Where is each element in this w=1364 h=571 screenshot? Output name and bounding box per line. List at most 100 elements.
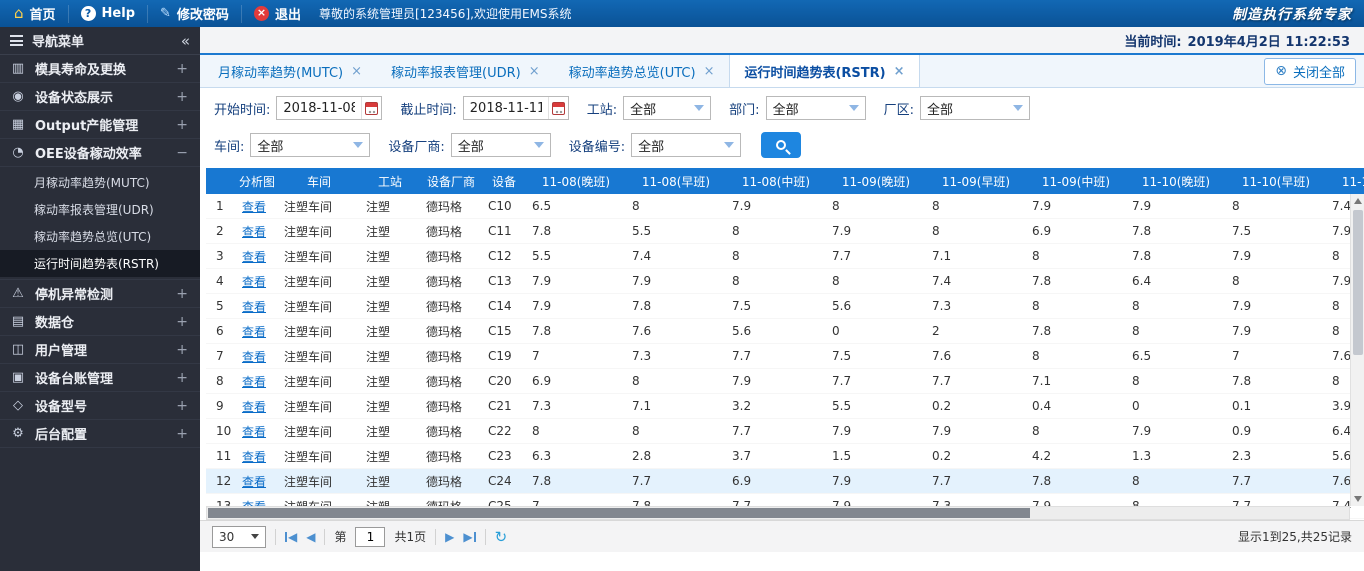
tab[interactable]: 稼动率趋势总览(UTC) × xyxy=(555,55,730,87)
shift-value-cell: 2.3 xyxy=(1226,444,1326,469)
chevron-down-icon xyxy=(848,105,859,111)
tab-close-icon[interactable]: × xyxy=(351,64,362,79)
logout-button[interactable]: × 退出 xyxy=(242,5,313,23)
plant-select[interactable]: 全部 xyxy=(919,96,1030,120)
sidebar-subitem[interactable]: 月稼动率趋势(MUTC) xyxy=(0,169,200,196)
first-page-button[interactable]: ◀ xyxy=(285,530,297,544)
tab-label: 稼动率报表管理(UDR) xyxy=(391,65,521,81)
scroll-up-icon[interactable] xyxy=(1354,198,1362,204)
start-time-input[interactable] xyxy=(277,100,362,116)
device-no-select[interactable]: 全部 xyxy=(631,133,742,157)
shift-value-cell: 7.9 xyxy=(726,194,826,219)
view-link[interactable]: 查看 xyxy=(242,250,266,264)
sidebar-item-mold-life[interactable]: ▥ 模具寿命及更换 + xyxy=(0,55,200,83)
tab[interactable]: 稼动率报表管理(UDR) × xyxy=(377,55,555,87)
table-row[interactable]: 8 查看 注塑车间 注塑 德玛格 C20 6.9 8 7.9 7.7 7.7 7.1 8 7.8 8 xyxy=(206,369,1364,394)
view-link[interactable]: 查看 xyxy=(242,425,266,439)
table-row[interactable]: 4 查看 注塑车间 注塑 德玛格 C13 7.9 7.9 8 8 7.4 7.8 6.4 8 7.9 xyxy=(206,269,1364,294)
shift-value-cell: 7.4 xyxy=(626,244,726,269)
sidebar-item-output-capacity[interactable]: ▦ Output产能管理 + xyxy=(0,111,200,139)
page-label: 第 xyxy=(334,530,347,544)
sidebar-subitem[interactable]: 稼动率报表管理(UDR) xyxy=(0,196,200,223)
sidebar-item-oee[interactable]: ◔ OEE设备稼动效率 − xyxy=(0,139,200,167)
sidebar-item-data-warehouse[interactable]: ▤ 数据仓 + xyxy=(0,308,200,336)
home-button[interactable]: ⌂ 首页 xyxy=(12,4,69,23)
search-button[interactable] xyxy=(761,132,802,158)
vendor-cell: 德玛格 xyxy=(420,244,482,269)
sidebar-item-device-status[interactable]: ◉ 设备状态展示 + xyxy=(0,83,200,111)
workshop-select[interactable]: 全部 xyxy=(250,133,371,157)
table-row[interactable]: 12 查看 注塑车间 注塑 德玛格 C24 7.8 7.7 6.9 7.9 7.7 7.8 8 7.7 7.… xyxy=(206,469,1364,494)
sidebar-item-device-model[interactable]: ◇ 设备型号 + xyxy=(0,392,200,420)
table-row[interactable]: 5 查看 注塑车间 注塑 德玛格 C14 7.9 7.8 7.5 5.6 7.3 8 8 7.9 8 xyxy=(206,294,1364,319)
view-link[interactable]: 查看 xyxy=(242,275,266,289)
view-link[interactable]: 查看 xyxy=(242,225,266,239)
sidebar-subitem[interactable]: 运行时间趋势表(RSTR) xyxy=(0,250,200,277)
collapse-sidebar-icon[interactable]: « xyxy=(181,32,190,50)
table-row[interactable]: 7 查看 注塑车间 注塑 德玛格 C19 7 7.3 7.7 7.5 7.6 8 6.5 7 7.6 xyxy=(206,344,1364,369)
change-password-button[interactable]: ✎ 修改密码 xyxy=(148,4,242,23)
shift-value-cell: 7.7 xyxy=(626,469,726,494)
tab-close-icon[interactable]: × xyxy=(894,64,905,79)
tab[interactable]: 月稼动率趋势(MUTC) × xyxy=(204,55,377,87)
collapse-icon: − xyxy=(176,144,188,161)
table-row[interactable]: 6 查看 注塑车间 注塑 德玛格 C15 7.8 7.6 5.6 0 2 7.8 8 7.9 8 xyxy=(206,319,1364,344)
station-select[interactable]: 全部 xyxy=(623,96,712,120)
row-index-cell: 7 xyxy=(206,344,236,369)
view-cell: 查看 xyxy=(236,269,278,294)
view-link[interactable]: 查看 xyxy=(242,450,266,464)
next-page-button[interactable]: ▶ xyxy=(445,530,454,544)
view-link[interactable]: 查看 xyxy=(242,350,266,364)
vertical-scrollbar[interactable] xyxy=(1350,194,1364,506)
shift-value-cell: 8 xyxy=(826,194,926,219)
tabbar-tabs: 月稼动率趋势(MUTC) × 稼动率报表管理(UDR) × 稼动率趋势总览(UTC) × 运… xyxy=(204,55,920,87)
shift-value-cell: 8 xyxy=(726,219,826,244)
close-all-button[interactable]: ⊗ 关闭全部 xyxy=(1264,57,1356,85)
table-row[interactable]: 9 查看 注塑车间 注塑 德玛格 C21 7.3 7.1 3.2 5.5 0.2 0.4 0 0.1 3.9 xyxy=(206,394,1364,419)
horizontal-scrollbar[interactable] xyxy=(206,506,1350,520)
table-row[interactable]: 2 查看 注塑车间 注塑 德玛格 C11 7.8 5.5 8 7.9 8 6.9 7.8 7.5 7.9 xyxy=(206,219,1364,244)
page-input[interactable] xyxy=(355,526,386,547)
table-row[interactable]: 10 查看 注塑车间 注塑 德玛格 C22 8 8 7.7 7.9 7.9 8 7.9 0.9 6.4 xyxy=(206,419,1364,444)
table-row[interactable]: 11 查看 注塑车间 注塑 德玛格 C23 6.3 2.8 3.7 1.5 0.2 4.2 1.3 2.3… xyxy=(206,444,1364,469)
start-time-calendar-button[interactable] xyxy=(361,97,381,119)
view-link[interactable]: 查看 xyxy=(242,400,266,414)
bottom-filler xyxy=(200,552,1364,571)
view-link[interactable]: 查看 xyxy=(242,300,266,314)
shift-value-cell: 7.9 xyxy=(526,294,626,319)
view-cell: 查看 xyxy=(236,244,278,269)
tab-close-icon[interactable]: × xyxy=(529,64,540,79)
tab-active[interactable]: 运行时间趋势表(RSTR) × xyxy=(729,55,920,87)
scroll-down-icon[interactable] xyxy=(1354,496,1362,502)
help-button[interactable]: ? Help xyxy=(69,4,149,23)
sidebar-submenu: 月稼动率趋势(MUTC) 稼动率报表管理(UDR) 稼动率趋势总览(UTC) 运行时间… xyxy=(0,167,200,280)
shift-value-cell: 7.8 xyxy=(526,319,626,344)
horizontal-scrollbar-thumb[interactable] xyxy=(208,508,1031,518)
sidebar-subitem[interactable]: 稼动率趋势总览(UTC) xyxy=(0,223,200,250)
sidebar-item-backend-config[interactable]: ⚙ 后台配置 + xyxy=(0,420,200,448)
sidebar-title: 导航菜单 xyxy=(32,35,85,50)
sidebar-item-downtime-detection[interactable]: ⚠ 停机异常检测 + xyxy=(0,280,200,308)
view-link[interactable]: 查看 xyxy=(242,475,266,489)
table-row[interactable]: 1 查看 注塑车间 注塑 德玛格 C10 6.5 8 7.9 8 8 7.9 7.9 8 7.4 xyxy=(206,194,1364,219)
view-link[interactable]: 查看 xyxy=(242,375,266,389)
department-select[interactable]: 全部 xyxy=(765,96,866,120)
view-link[interactable]: 查看 xyxy=(242,325,266,339)
table-row[interactable]: 3 查看 注塑车间 注塑 德玛格 C12 5.5 7.4 8 7.7 7.1 8 7.8 7.9 8 xyxy=(206,244,1364,269)
chevron-down-icon xyxy=(694,105,705,111)
sidebar-item-device-ledger[interactable]: ▣ 设备台账管理 + xyxy=(0,364,200,392)
workshop-cell: 注塑车间 xyxy=(278,394,360,419)
page-size-select[interactable]: 30 xyxy=(212,525,266,548)
last-page-button[interactable]: ▶ xyxy=(463,530,476,544)
filter-row-2: 车间: 全部 设备厂商: 全部 设备编号: 全部 xyxy=(214,132,1364,158)
vertical-scrollbar-thumb[interactable] xyxy=(1353,210,1363,355)
refresh-button[interactable]: ↻ xyxy=(495,528,508,546)
vendor-select[interactable]: 全部 xyxy=(450,133,551,157)
sidebar-item-user-management[interactable]: ◫ 用户管理 + xyxy=(0,336,200,364)
view-link[interactable]: 查看 xyxy=(242,200,266,214)
end-time-input[interactable] xyxy=(463,100,548,116)
prev-page-button[interactable]: ◀ xyxy=(306,530,315,544)
end-time-calendar-button[interactable] xyxy=(547,97,568,119)
view-cell: 查看 xyxy=(236,419,278,444)
tab-close-icon[interactable]: × xyxy=(704,64,715,79)
